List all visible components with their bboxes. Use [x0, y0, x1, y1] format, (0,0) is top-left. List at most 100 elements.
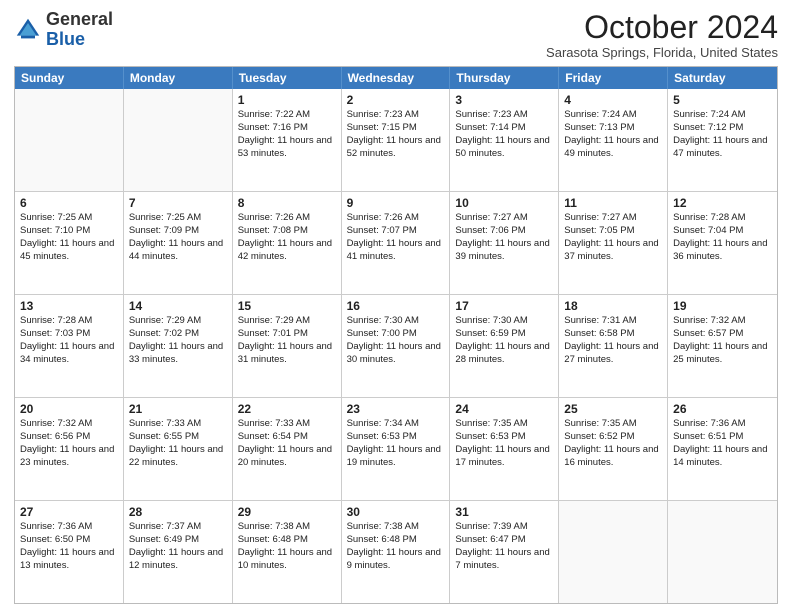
sunrise-time: Sunrise: 7:36 AM	[20, 521, 118, 534]
daylight-hours: Daylight: 11 hours and 45 minutes.	[20, 238, 118, 264]
day-number: 11	[564, 195, 662, 211]
sunrise-time: Sunrise: 7:29 AM	[238, 315, 336, 328]
daylight-hours: Daylight: 11 hours and 27 minutes.	[564, 341, 662, 367]
header-day-tuesday: Tuesday	[233, 67, 342, 89]
sunset-time: Sunset: 6:48 PM	[347, 534, 445, 547]
header-day-friday: Friday	[559, 67, 668, 89]
sunset-time: Sunset: 7:03 PM	[20, 328, 118, 341]
daylight-hours: Daylight: 11 hours and 9 minutes.	[347, 547, 445, 573]
sunrise-time: Sunrise: 7:28 AM	[673, 212, 772, 225]
day-number: 13	[20, 298, 118, 314]
calendar-week-1: 1Sunrise: 7:22 AMSunset: 7:16 PMDaylight…	[15, 89, 777, 191]
daylight-hours: Daylight: 11 hours and 28 minutes.	[455, 341, 553, 367]
sunset-time: Sunset: 6:50 PM	[20, 534, 118, 547]
daylight-hours: Daylight: 11 hours and 37 minutes.	[564, 238, 662, 264]
calendar-day-7: 7Sunrise: 7:25 AMSunset: 7:09 PMDaylight…	[124, 192, 233, 294]
sunrise-time: Sunrise: 7:23 AM	[347, 109, 445, 122]
header-day-saturday: Saturday	[668, 67, 777, 89]
sunset-time: Sunset: 6:53 PM	[347, 431, 445, 444]
sunrise-time: Sunrise: 7:39 AM	[455, 521, 553, 534]
logo-text: General Blue	[46, 10, 113, 50]
calendar-day-19: 19Sunrise: 7:32 AMSunset: 6:57 PMDayligh…	[668, 295, 777, 397]
calendar-day-23: 23Sunrise: 7:34 AMSunset: 6:53 PMDayligh…	[342, 398, 451, 500]
day-number: 12	[673, 195, 772, 211]
logo: General Blue	[14, 10, 113, 50]
sunrise-time: Sunrise: 7:37 AM	[129, 521, 227, 534]
daylight-hours: Daylight: 11 hours and 23 minutes.	[20, 444, 118, 470]
daylight-hours: Daylight: 11 hours and 19 minutes.	[347, 444, 445, 470]
calendar-day-9: 9Sunrise: 7:26 AMSunset: 7:07 PMDaylight…	[342, 192, 451, 294]
calendar-week-4: 20Sunrise: 7:32 AMSunset: 6:56 PMDayligh…	[15, 397, 777, 500]
daylight-hours: Daylight: 11 hours and 41 minutes.	[347, 238, 445, 264]
calendar-day-29: 29Sunrise: 7:38 AMSunset: 6:48 PMDayligh…	[233, 501, 342, 603]
daylight-hours: Daylight: 11 hours and 10 minutes.	[238, 547, 336, 573]
header-day-monday: Monday	[124, 67, 233, 89]
sunrise-time: Sunrise: 7:36 AM	[673, 418, 772, 431]
calendar-day-25: 25Sunrise: 7:35 AMSunset: 6:52 PMDayligh…	[559, 398, 668, 500]
sunset-time: Sunset: 7:12 PM	[673, 122, 772, 135]
calendar: SundayMondayTuesdayWednesdayThursdayFrid…	[14, 66, 778, 604]
sunrise-time: Sunrise: 7:31 AM	[564, 315, 662, 328]
daylight-hours: Daylight: 11 hours and 13 minutes.	[20, 547, 118, 573]
daylight-hours: Daylight: 11 hours and 16 minutes.	[564, 444, 662, 470]
sunset-time: Sunset: 7:08 PM	[238, 225, 336, 238]
sunrise-time: Sunrise: 7:35 AM	[455, 418, 553, 431]
calendar-day-30: 30Sunrise: 7:38 AMSunset: 6:48 PMDayligh…	[342, 501, 451, 603]
sunrise-time: Sunrise: 7:33 AM	[129, 418, 227, 431]
day-number: 2	[347, 92, 445, 108]
sunrise-time: Sunrise: 7:25 AM	[20, 212, 118, 225]
sunset-time: Sunset: 6:53 PM	[455, 431, 553, 444]
logo-general: General	[46, 9, 113, 29]
sunset-time: Sunset: 6:51 PM	[673, 431, 772, 444]
daylight-hours: Daylight: 11 hours and 25 minutes.	[673, 341, 772, 367]
calendar-day-15: 15Sunrise: 7:29 AMSunset: 7:01 PMDayligh…	[233, 295, 342, 397]
title-block: October 2024 Sarasota Springs, Florida, …	[546, 10, 778, 60]
sunset-time: Sunset: 7:02 PM	[129, 328, 227, 341]
calendar-day-10: 10Sunrise: 7:27 AMSunset: 7:06 PMDayligh…	[450, 192, 559, 294]
day-number: 18	[564, 298, 662, 314]
daylight-hours: Daylight: 11 hours and 20 minutes.	[238, 444, 336, 470]
calendar-day-26: 26Sunrise: 7:36 AMSunset: 6:51 PMDayligh…	[668, 398, 777, 500]
sunrise-time: Sunrise: 7:32 AM	[20, 418, 118, 431]
calendar-day-31: 31Sunrise: 7:39 AMSunset: 6:47 PMDayligh…	[450, 501, 559, 603]
header-day-sunday: Sunday	[15, 67, 124, 89]
header-day-wednesday: Wednesday	[342, 67, 451, 89]
sunrise-time: Sunrise: 7:34 AM	[347, 418, 445, 431]
day-number: 25	[564, 401, 662, 417]
sunrise-time: Sunrise: 7:29 AM	[129, 315, 227, 328]
sunset-time: Sunset: 7:09 PM	[129, 225, 227, 238]
sunset-time: Sunset: 6:54 PM	[238, 431, 336, 444]
calendar-day-28: 28Sunrise: 7:37 AMSunset: 6:49 PMDayligh…	[124, 501, 233, 603]
sunrise-time: Sunrise: 7:28 AM	[20, 315, 118, 328]
sunset-time: Sunset: 6:48 PM	[238, 534, 336, 547]
day-number: 26	[673, 401, 772, 417]
sunset-time: Sunset: 6:55 PM	[129, 431, 227, 444]
daylight-hours: Daylight: 11 hours and 50 minutes.	[455, 135, 553, 161]
daylight-hours: Daylight: 11 hours and 44 minutes.	[129, 238, 227, 264]
calendar-day-16: 16Sunrise: 7:30 AMSunset: 7:00 PMDayligh…	[342, 295, 451, 397]
month-title: October 2024	[546, 10, 778, 45]
sunset-time: Sunset: 7:13 PM	[564, 122, 662, 135]
daylight-hours: Daylight: 11 hours and 49 minutes.	[564, 135, 662, 161]
daylight-hours: Daylight: 11 hours and 22 minutes.	[129, 444, 227, 470]
sunrise-time: Sunrise: 7:33 AM	[238, 418, 336, 431]
sunrise-time: Sunrise: 7:27 AM	[455, 212, 553, 225]
calendar-body: 1Sunrise: 7:22 AMSunset: 7:16 PMDaylight…	[15, 89, 777, 603]
sunrise-time: Sunrise: 7:22 AM	[238, 109, 336, 122]
calendar-day-5: 5Sunrise: 7:24 AMSunset: 7:12 PMDaylight…	[668, 89, 777, 191]
sunset-time: Sunset: 6:59 PM	[455, 328, 553, 341]
calendar-day-17: 17Sunrise: 7:30 AMSunset: 6:59 PMDayligh…	[450, 295, 559, 397]
sunrise-time: Sunrise: 7:26 AM	[347, 212, 445, 225]
day-number: 17	[455, 298, 553, 314]
header-day-thursday: Thursday	[450, 67, 559, 89]
sunrise-time: Sunrise: 7:24 AM	[564, 109, 662, 122]
calendar-header: SundayMondayTuesdayWednesdayThursdayFrid…	[15, 67, 777, 89]
day-number: 29	[238, 504, 336, 520]
sunset-time: Sunset: 6:58 PM	[564, 328, 662, 341]
calendar-day-27: 27Sunrise: 7:36 AMSunset: 6:50 PMDayligh…	[15, 501, 124, 603]
day-number: 30	[347, 504, 445, 520]
calendar-empty-cell	[559, 501, 668, 603]
sunrise-time: Sunrise: 7:23 AM	[455, 109, 553, 122]
calendar-day-1: 1Sunrise: 7:22 AMSunset: 7:16 PMDaylight…	[233, 89, 342, 191]
day-number: 5	[673, 92, 772, 108]
